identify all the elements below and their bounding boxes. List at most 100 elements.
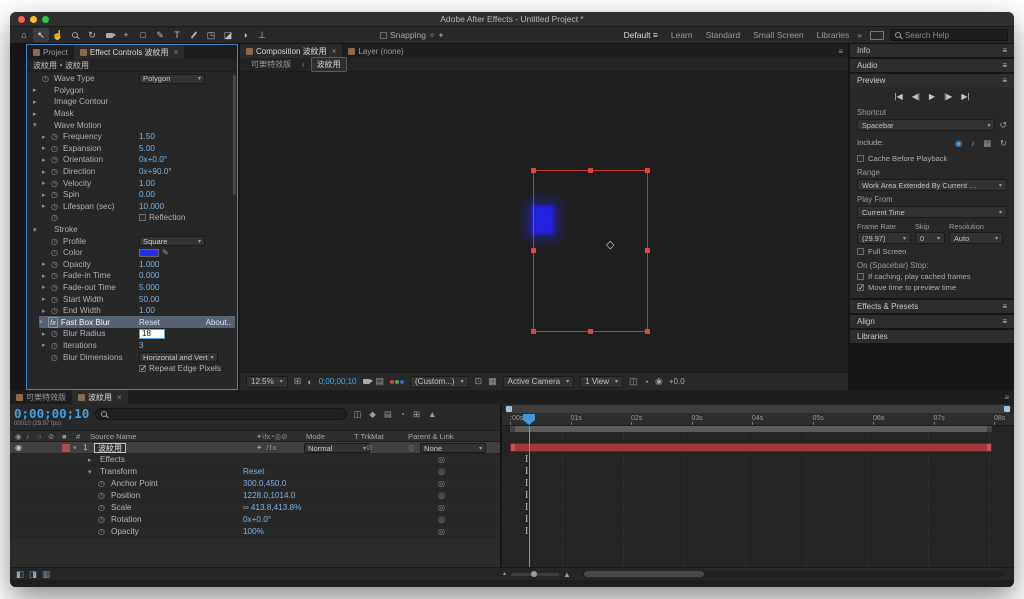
stopwatch-icon[interactable]: ◷ xyxy=(51,144,63,153)
motion-blur-icon[interactable]: ⊞ xyxy=(413,409,420,420)
layer-number-column[interactable]: # xyxy=(76,431,80,441)
track-area[interactable]: IIIIIII xyxy=(502,426,1014,567)
toggle-inout-columns-icon[interactable]: ▥ xyxy=(42,569,50,580)
twirl-icon[interactable]: ▸ xyxy=(42,330,51,338)
track-row-anchor-point[interactable]: I xyxy=(502,478,1014,490)
layer-parent-pickwhip-icon[interactable]: ◎ xyxy=(408,442,415,453)
twirl-icon[interactable]: ▸ xyxy=(42,191,51,199)
property-value[interactable]: 0x+90.0° xyxy=(139,167,172,176)
property-value[interactable]: 0x+0.0° xyxy=(139,155,167,164)
selection-handle[interactable] xyxy=(531,329,536,334)
property-value[interactable]: 0x+0.0° xyxy=(243,514,271,525)
roto-brush-tool-icon[interactable]: ◑ xyxy=(237,28,253,42)
layer-twirl-icon[interactable]: ▾ xyxy=(73,442,77,453)
ec-row-end-width[interactable]: ▸ ◷ End Width 1.00 xyxy=(27,305,237,317)
stopwatch-icon[interactable]: ◷ xyxy=(51,190,63,199)
first-frame-button[interactable]: |◀ xyxy=(894,92,902,101)
search-help-input[interactable]: Search Help xyxy=(890,29,1008,41)
selection-handle[interactable] xyxy=(645,168,650,173)
ec-row-wave-motion[interactable]: ▾ Wave Motion xyxy=(27,119,237,131)
twirl-icon[interactable]: ▸ xyxy=(42,283,51,291)
ec-row-start-width[interactable]: ▸ ◷ Start Width 50.00 xyxy=(27,293,237,305)
track-row-opacity[interactable]: I xyxy=(502,526,1014,538)
close-tab-icon[interactable]: × xyxy=(173,48,178,57)
ec-row-frequency[interactable]: ▸ ◷ Frequency 1.50 xyxy=(27,131,237,143)
zoom-slider-knob[interactable] xyxy=(530,570,537,577)
composition-flowchart-icon[interactable]: ◫ xyxy=(353,409,361,420)
viewer-tab-x1[interactable]: 波紋用 xyxy=(310,57,347,72)
track-row-effects[interactable]: I xyxy=(502,454,1014,466)
pickwhip-icon[interactable]: ◎ xyxy=(438,466,445,477)
track-row-position[interactable]: I xyxy=(502,490,1014,502)
twirl-icon[interactable]: ▸ xyxy=(33,98,42,106)
skip-dropdown[interactable]: 0 ▾ xyxy=(915,232,945,244)
camera-tool-icon[interactable] xyxy=(101,28,117,42)
stopwatch-icon[interactable]: ◷ xyxy=(51,237,63,246)
stopwatch-icon[interactable]: ◷ xyxy=(98,526,105,537)
parent-link-column[interactable]: Parent & Link xyxy=(408,431,454,441)
twirl-icon[interactable]: ▸ xyxy=(42,307,51,315)
include-refresh-icon[interactable]: ↻ xyxy=(1000,138,1007,148)
twirl-icon[interactable]: ▸ xyxy=(42,295,51,303)
video-column-icon[interactable]: ◉ xyxy=(15,431,22,441)
panel-menu-icon[interactable]: ≡ xyxy=(1002,317,1007,326)
layer-row[interactable]: ◉ ▾ 1 波紋用 ✦ /fx Normal ▾ ⊘ ◎ None ▾ xyxy=(10,442,500,454)
ec-row-fade-in-time[interactable]: ▸ ◷ Fade-in Time 0.000 xyxy=(27,270,237,282)
ec-row-opacity[interactable]: ▸ ◷ Opacity 1.000 xyxy=(27,259,237,271)
type-tool-icon[interactable]: T xyxy=(169,28,185,42)
ec-row-lifespan-sec[interactable]: ▸ ◷ Lifespan (sec) 10.000 xyxy=(27,201,237,213)
time-ruler[interactable]: :00s 01s 02s 03s 04s 05s 06s 07s 08s xyxy=(502,413,1014,426)
preview-timecode[interactable]: 0;00;00;10 xyxy=(319,377,357,386)
layer-mode-dropdown[interactable]: Normal ▾ xyxy=(304,443,370,453)
puppet-pin-tool-icon[interactable]: ⊥ xyxy=(254,28,270,42)
property-value[interactable]: 1.000 xyxy=(139,260,160,269)
exposure-icon[interactable]: ◉ xyxy=(655,376,663,387)
camera-dropdown[interactable]: Active Camera ▾ xyxy=(502,375,575,388)
exposure-value[interactable]: +0.0 xyxy=(669,377,685,386)
include-overlays-icon[interactable]: ▦ xyxy=(983,138,991,148)
twirl-icon[interactable]: ▾ xyxy=(33,121,42,129)
ec-row-profile[interactable]: ◷ Profile Square ▾ xyxy=(27,235,237,247)
panel-menu-icon[interactable]: ≡ xyxy=(833,44,848,58)
ec-row-iterations[interactable]: ▸ ◷ Iterations 3 xyxy=(27,340,237,352)
stopwatch-icon[interactable]: ◷ xyxy=(51,167,63,176)
include-video-icon[interactable]: ◉ xyxy=(955,138,962,148)
previous-frame-button[interactable]: ◀| xyxy=(912,92,920,101)
fx-badge[interactable]: fx xyxy=(48,316,58,328)
snapping-control[interactable]: Snapping ✧ ✦ xyxy=(380,30,444,40)
audio-column-icon[interactable]: ♪ xyxy=(26,431,30,441)
stopwatch-icon[interactable]: ◷ xyxy=(51,353,63,362)
twirl-icon[interactable]: ▸ xyxy=(33,86,42,94)
orbit-camera-tool-icon[interactable]: ↻ xyxy=(84,28,100,42)
stopwatch-icon[interactable]: ◷ xyxy=(98,502,105,513)
play-cached-frames-checkbox[interactable] xyxy=(857,273,864,280)
layer-parent-dropdown[interactable]: None ▾ xyxy=(420,443,486,453)
twirl-icon[interactable]: ▸ xyxy=(42,202,51,210)
property-value[interactable]: 0.000 xyxy=(139,271,160,280)
effect-header-fast-box-blur[interactable]: ▾ fx Fast Box Blur Reset About.. xyxy=(39,316,235,329)
stopwatch-icon[interactable]: ◷ xyxy=(51,179,63,188)
property-edit-field[interactable]: 18 xyxy=(139,328,165,339)
twirl-icon[interactable]: ▸ xyxy=(42,144,51,152)
cache-before-playback-checkbox[interactable] xyxy=(857,155,864,162)
time-navigator[interactable] xyxy=(505,405,1011,413)
shy-layers-icon[interactable]: ▤ xyxy=(384,409,392,420)
twirl-icon[interactable]: ▸ xyxy=(42,133,51,141)
ec-row-wave-type[interactable]: ◷ Wave Type Polygon ▾ xyxy=(27,73,237,85)
twirl-icon[interactable]: ▸ xyxy=(88,454,92,465)
layer-trkmat-icon[interactable]: ⊘ xyxy=(366,442,373,453)
switches-column-icons[interactable]: ✦\fx◔◎⊘ xyxy=(256,431,288,441)
timeline-row-transform[interactable]: ▾ Transform Reset ◎ xyxy=(10,466,500,478)
track-row-scale[interactable]: I xyxy=(502,502,1014,514)
resolution-dropdown[interactable]: (Custom...) ▾ xyxy=(410,375,469,388)
timeline-tab-x0[interactable]: 可樂特效版 xyxy=(10,390,72,404)
property-dropdown[interactable]: Square ▾ xyxy=(139,236,205,247)
transparency-grid-icon[interactable]: ▦ xyxy=(488,376,497,387)
viewer-tab-x0[interactable]: 可樂特效版 xyxy=(246,58,296,71)
zoom-window-button[interactable] xyxy=(42,15,49,23)
lock-column-icon[interactable]: ⊘ xyxy=(48,431,54,441)
link-icon[interactable]: ∞ xyxy=(243,503,249,512)
pickwhip-icon[interactable]: ◎ xyxy=(438,502,445,513)
current-timecode[interactable]: 0;00;00;10 xyxy=(14,406,89,421)
close-tab-icon[interactable]: × xyxy=(332,47,337,56)
